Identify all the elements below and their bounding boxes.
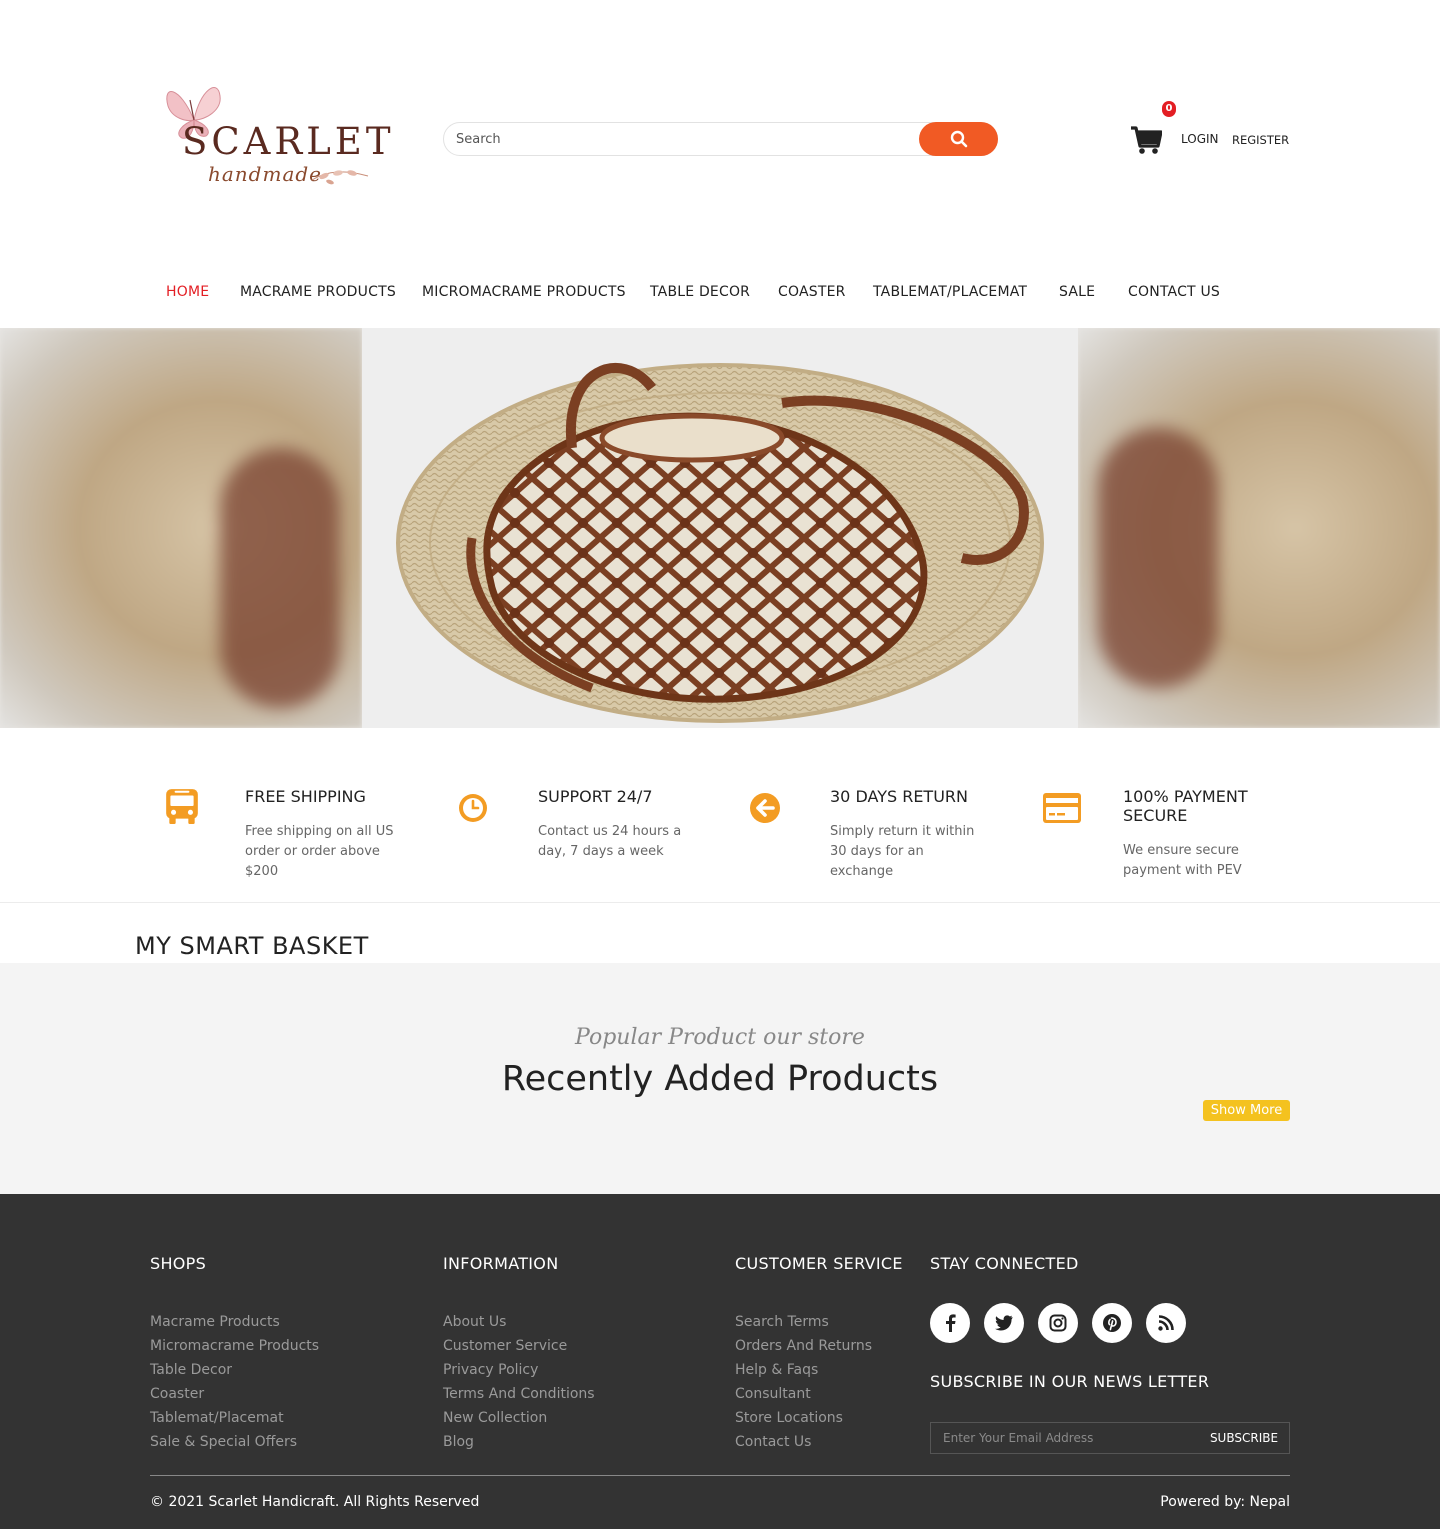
- footer-link[interactable]: Contact Us: [735, 1430, 903, 1454]
- footer-heading: INFORMATION: [443, 1254, 559, 1273]
- footer-information-column: INFORMATION About Us Customer Service Pr…: [443, 1254, 595, 1454]
- footer-link[interactable]: Micromacrame Products: [150, 1334, 319, 1358]
- facebook-icon: [946, 1314, 956, 1332]
- feature-30-days-return: 30 DAYS RETURN Simply return it within 3…: [750, 787, 1030, 887]
- cart-button[interactable]: [1130, 118, 1163, 156]
- footer-heading: STAY CONNECTED: [930, 1254, 1079, 1273]
- feature-title: 100% PAYMENT SECURE: [1123, 787, 1248, 825]
- site-footer: SHOPS Macrame Products Micromacrame Prod…: [0, 1194, 1440, 1529]
- footer-link[interactable]: Sale & Special Offers: [150, 1430, 319, 1454]
- instagram-button[interactable]: [1038, 1303, 1078, 1343]
- twitter-button[interactable]: [984, 1303, 1024, 1343]
- rss-icon: [1158, 1315, 1174, 1331]
- show-more-button[interactable]: Show More: [1203, 1100, 1290, 1121]
- search-icon: [950, 130, 967, 148]
- hero-blur-left: [0, 328, 362, 728]
- facebook-button[interactable]: [930, 1303, 970, 1343]
- footer-divider: [150, 1475, 1290, 1476]
- feature-description: Simply return it within 30 days for an e…: [830, 824, 975, 879]
- shopping-cart-icon: [1131, 126, 1163, 154]
- nav-item-home[interactable]: HOME: [166, 284, 209, 300]
- feature-free-shipping: FREE SHIPPING Free shipping on all US or…: [165, 787, 445, 887]
- nav-item-contact-us[interactable]: CONTACT US: [1128, 284, 1220, 300]
- site-logo[interactable]: SCARLET handmade: [160, 76, 391, 194]
- recent-products-title: Recently Added Products: [501, 1059, 939, 1099]
- footer-link[interactable]: Blog: [443, 1430, 595, 1454]
- footer-shops-column: SHOPS Macrame Products Micromacrame Prod…: [150, 1254, 319, 1454]
- footer-customer-service-column: CUSTOMER SERVICE Search Terms Orders And…: [735, 1254, 903, 1454]
- clock-icon: [459, 794, 487, 822]
- instagram-icon: [1049, 1314, 1067, 1332]
- feature-description: We ensure secure payment with PEV: [1123, 843, 1242, 878]
- footer-heading: SHOPS: [150, 1254, 207, 1273]
- rss-button[interactable]: [1146, 1303, 1186, 1343]
- footer-link[interactable]: Consultant: [735, 1382, 903, 1406]
- logo-script-text: handmade: [208, 162, 323, 186]
- feature-payment-secure: 100% PAYMENT SECURE We ensure secure pay…: [1043, 787, 1323, 887]
- footer-stay-connected-column: STAY CONNECTED: [930, 1254, 1079, 1273]
- footer-heading: CUSTOMER SERVICE: [735, 1254, 903, 1273]
- footer-link[interactable]: Table Decor: [150, 1358, 319, 1382]
- footer-link[interactable]: Macrame Products: [150, 1310, 319, 1334]
- footer-link[interactable]: Tablemat/Placemat: [150, 1406, 319, 1430]
- newsletter-form: SUBSCRIBE: [930, 1422, 1290, 1454]
- logo-brand-text: SCARLET: [182, 120, 395, 163]
- search-input[interactable]: [456, 123, 916, 155]
- nav-item-sale[interactable]: SALE: [1059, 284, 1095, 300]
- powered-by-text: Powered by: Nepal: [1160, 1494, 1290, 1510]
- feature-description: Contact us 24 hours a day, 7 days a week: [538, 824, 682, 859]
- recent-products-subtitle: Popular Product our store: [575, 1025, 865, 1050]
- footer-link[interactable]: New Collection: [443, 1406, 595, 1430]
- twitter-icon: [995, 1315, 1013, 1331]
- footer-link[interactable]: Customer Service: [443, 1334, 595, 1358]
- bus-icon: [166, 789, 198, 824]
- section-divider: [0, 902, 1440, 903]
- footer-link[interactable]: Search Terms: [735, 1310, 903, 1334]
- nav-item-micromacrame-products[interactable]: MICROMACRAME PRODUCTS: [422, 284, 626, 300]
- pinterest-button[interactable]: [1092, 1303, 1132, 1343]
- recent-products-section: Popular Product our store Recently Added…: [0, 963, 1440, 1194]
- subscribe-button[interactable]: SUBSCRIBE: [1199, 1423, 1289, 1453]
- pinterest-icon: [1103, 1314, 1121, 1332]
- feature-title: SUPPORT 24/7: [538, 787, 653, 806]
- credit-card-icon: [1043, 793, 1081, 823]
- feature-support: SUPPORT 24/7 Contact us 24 hours a day, …: [458, 787, 738, 887]
- login-link[interactable]: LOGIN: [1181, 132, 1219, 146]
- nav-item-coaster[interactable]: COASTER: [778, 284, 846, 300]
- footer-link[interactable]: Store Locations: [735, 1406, 903, 1430]
- copyright-text: © 2021 Scarlet Handicraft. All Rights Re…: [150, 1494, 480, 1510]
- newsletter-email-input[interactable]: [943, 1423, 1193, 1453]
- footer-link[interactable]: Terms And Conditions: [443, 1382, 595, 1406]
- feature-description: Free shipping on all US order or order a…: [245, 824, 394, 879]
- footer-link[interactable]: Help & Faqs: [735, 1358, 903, 1382]
- nav-item-macrame-products[interactable]: MACRAME PRODUCTS: [240, 284, 396, 300]
- footer-link[interactable]: About Us: [443, 1310, 595, 1334]
- feature-title: 30 DAYS RETURN: [830, 787, 968, 806]
- footer-link[interactable]: Orders And Returns: [735, 1334, 903, 1358]
- basket-title: MY SMART BASKET: [135, 932, 369, 960]
- search-bar: [443, 122, 998, 156]
- register-link[interactable]: REGISTER: [1232, 133, 1289, 147]
- arrow-left-circle-icon: [750, 793, 780, 823]
- nav-item-tablemat-placemat[interactable]: TABLEMAT/PLACEMAT: [873, 284, 1027, 300]
- hero-banner[interactable]: [0, 328, 1440, 728]
- cart-count-badge: 0: [1162, 101, 1176, 117]
- leaf-ornament-icon: [311, 170, 369, 185]
- feature-title: FREE SHIPPING: [245, 787, 366, 806]
- nav-item-table-decor[interactable]: TABLE DECOR: [650, 284, 750, 300]
- search-button[interactable]: [919, 122, 998, 156]
- hero-blur-right: [1078, 328, 1440, 728]
- footer-link[interactable]: Privacy Policy: [443, 1358, 595, 1382]
- footer-link[interactable]: Coaster: [150, 1382, 319, 1406]
- hero-image-macrame-bag: [362, 328, 1078, 728]
- newsletter-title: SUBSCRIBE IN OUR NEWS LETTER: [930, 1372, 1210, 1391]
